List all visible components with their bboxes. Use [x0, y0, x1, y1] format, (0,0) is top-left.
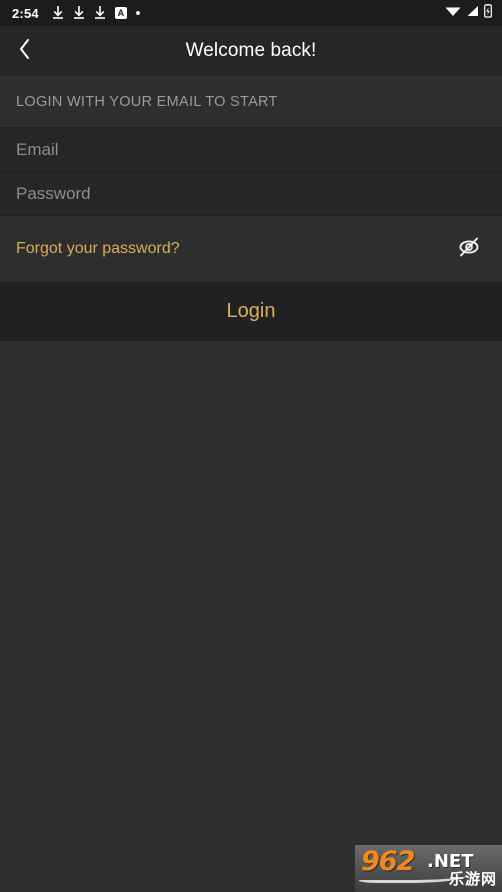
section-header: LOGIN WITH YOUR EMAIL TO START	[0, 76, 502, 127]
wifi-icon	[445, 4, 461, 22]
page-body	[0, 341, 502, 892]
login-button[interactable]: Login	[0, 283, 502, 340]
site-watermark: 962 .NET 乐游网	[355, 845, 502, 892]
chevron-left-icon	[18, 38, 32, 65]
watermark-inner: 962 .NET 乐游网	[355, 845, 502, 892]
back-button[interactable]	[0, 26, 50, 76]
app-bar: Welcome back!	[0, 26, 502, 76]
dot-icon	[135, 11, 140, 15]
login-button-label: Login	[226, 300, 276, 322]
forgot-password-link[interactable]: Forgot your password?	[16, 240, 180, 258]
email-input[interactable]	[16, 139, 486, 160]
status-bar-clock: 2:54	[12, 5, 39, 21]
app-badge-icon: A	[114, 7, 127, 19]
forgot-password-row: Forgot your password?	[0, 216, 502, 282]
password-visibility-toggle[interactable]	[452, 232, 486, 266]
email-field-row[interactable]	[0, 128, 502, 171]
section-header-label: LOGIN WITH YOUR EMAIL TO START	[16, 93, 278, 110]
status-bar-system-icons	[445, 3, 492, 23]
cell-signal-icon	[466, 4, 479, 22]
watermark-chinese-label: 乐游网	[448, 870, 497, 888]
download-icon	[52, 6, 64, 20]
download-icon	[73, 6, 85, 20]
battery-charging-icon	[484, 3, 492, 23]
eye-off-icon	[456, 236, 482, 263]
page-title: Welcome back!	[185, 40, 317, 61]
download-icon	[94, 6, 106, 20]
app-screen: 2:54 A Welcome back! LOGIN WITH YOUR EMA…	[0, 0, 502, 892]
password-field-row[interactable]	[0, 172, 502, 215]
status-bar: 2:54 A	[0, 0, 502, 26]
password-input[interactable]	[16, 183, 486, 204]
status-bar-notification-icons: A	[52, 6, 140, 20]
